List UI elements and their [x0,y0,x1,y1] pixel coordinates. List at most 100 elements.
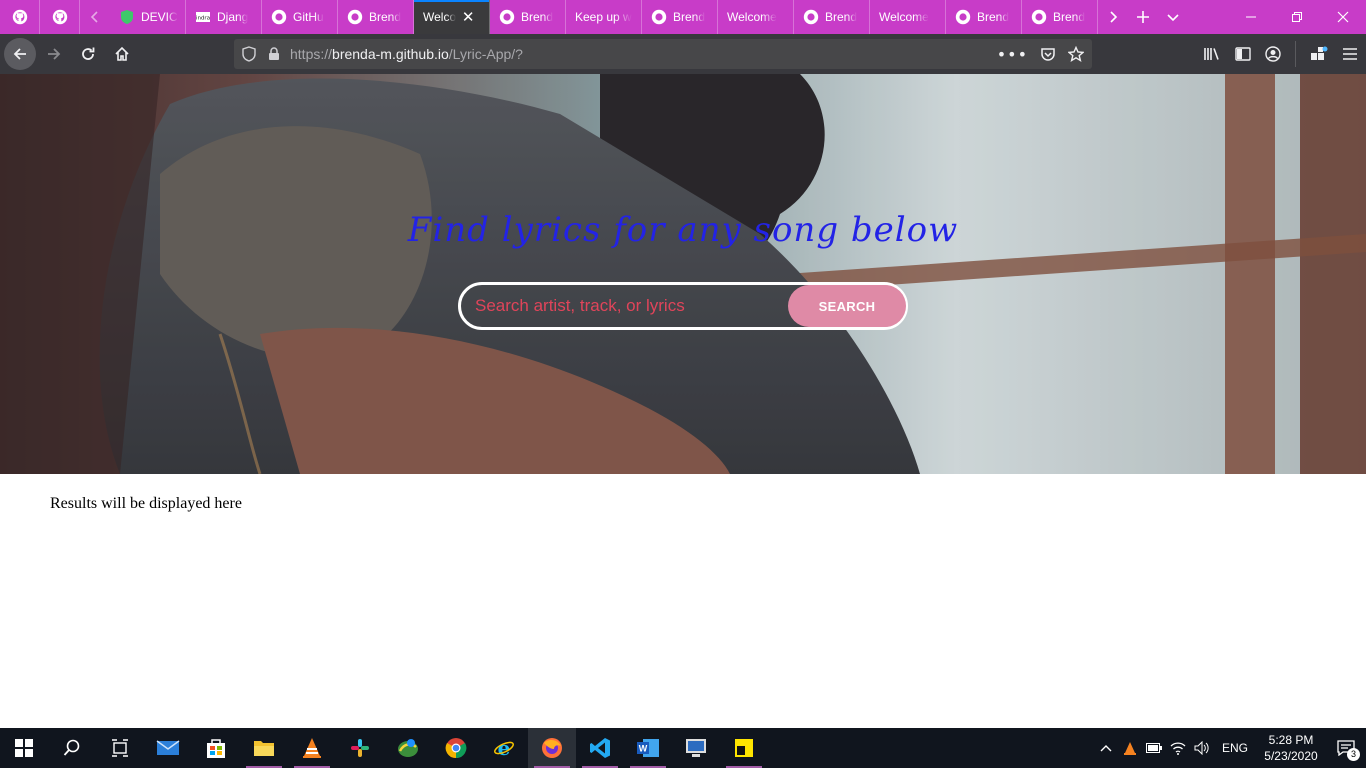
taskbar-mail[interactable] [144,728,192,768]
tab-keep-up[interactable]: Keep up w [566,0,642,34]
url-host: brenda-m.github.io [332,46,449,62]
url-actions: ••• [997,45,1084,64]
bookmark-star-icon[interactable] [1068,46,1084,62]
taskbar-vlc[interactable] [288,728,336,768]
github-icon [52,9,68,25]
tab-pinned-github-1[interactable] [0,0,40,34]
store-icon [207,739,225,758]
taskbar-maps[interactable] [384,728,432,768]
word-icon: W [637,739,659,757]
tab-brenda-2[interactable]: Brend [490,0,566,34]
tab-title: Brend [1053,10,1086,24]
taskbar-slack[interactable] [336,728,384,768]
tab-title: Brend [825,10,858,24]
tab-brenda-5[interactable]: Brend [946,0,1022,34]
tab-github[interactable]: GitHu [262,0,338,34]
taskbar-search-button[interactable] [48,728,96,768]
reload-button[interactable] [72,38,104,70]
tab-brenda-6[interactable]: Brend [1022,0,1098,34]
firefox-icon [542,738,562,758]
new-tab-button[interactable] [1128,0,1158,34]
taskbar-vscode[interactable] [576,728,624,768]
page-actions-menu-icon[interactable]: ••• [997,45,1028,64]
tab-scroll-left-button[interactable] [80,0,110,34]
home-icon [115,46,129,61]
tab-brenda-1[interactable]: Brend [338,0,414,34]
tab-title: Welcome [879,10,929,24]
action-center-button[interactable]: 3 [1326,728,1366,768]
arrow-right-icon [48,48,61,60]
task-view-button[interactable] [96,728,144,768]
taskbar-internet-explorer[interactable]: e [480,728,528,768]
chrome-icon [445,738,467,759]
library-icon[interactable] [1203,46,1221,62]
lock-icon[interactable] [268,47,280,61]
github-icon [651,9,667,25]
system-tray: ENG 5:28 PM 5/23/2020 3 [1094,728,1366,768]
taskbar-remote-desktop[interactable] [672,728,720,768]
input-language-indicator[interactable]: ENG [1222,741,1248,755]
tab-scroll-right-button[interactable] [1098,0,1128,34]
url-path: /Lyric-App/? [448,46,523,62]
tray-wifi[interactable] [1166,728,1190,768]
minimize-button[interactable] [1228,0,1274,34]
url-text[interactable]: https://brenda-m.github.io/Lyric-App/? [290,46,523,62]
toolbar-right [1203,34,1358,74]
sticky-notes-icon [735,739,753,757]
url-bar[interactable]: https://brenda-m.github.io/Lyric-App/? •… [234,39,1092,69]
system-clock[interactable]: 5:28 PM 5/23/2020 [1256,732,1326,764]
taskbar-store[interactable] [192,728,240,768]
web-page: Find lyrics for any song below SEARCH Re… [0,74,1366,728]
svg-text:W: W [639,744,648,754]
search-form: SEARCH [458,282,908,330]
search-icon [63,739,80,756]
close-icon [1337,11,1349,23]
taskbar-firefox[interactable] [528,728,576,768]
close-window-button[interactable] [1320,0,1366,34]
sidebar-icon[interactable] [1235,46,1251,62]
tab-brenda-3[interactable]: Brend [642,0,718,34]
account-icon[interactable] [1265,46,1281,62]
windows-start-icon [15,739,33,757]
search-input[interactable] [461,285,788,327]
taskbar-word[interactable]: W [624,728,672,768]
pocket-icon[interactable] [1040,46,1056,62]
github-icon [803,9,819,25]
restore-button[interactable] [1274,0,1320,34]
wifi-icon [1170,742,1186,755]
tray-vlc[interactable] [1118,728,1142,768]
results-placeholder-text: Results will be displayed here [50,495,242,512]
speaker-volume-icon [1194,741,1209,755]
tab-pinned-github-2[interactable] [40,0,80,34]
svg-text:e: e [498,737,511,759]
tab-django[interactable]: indra Djang [186,0,262,34]
tab-welcome-3[interactable]: Welcome [870,0,946,34]
search-button[interactable]: SEARCH [788,285,906,327]
svg-text:indra: indra [196,16,210,22]
tab-devic[interactable]: DEVIC [110,0,186,34]
navigation-toolbar: https://brenda-m.github.io/Lyric-App/? •… [0,34,1366,74]
show-hidden-icons-button[interactable] [1094,728,1118,768]
taskbar-sticky-notes[interactable] [720,728,768,768]
start-button[interactable] [0,728,48,768]
taskbar-file-explorer[interactable] [240,728,288,768]
hamburger-menu-icon[interactable] [1342,47,1358,61]
tray-battery[interactable] [1142,728,1166,768]
tab-welcome-2[interactable]: Welcome [718,0,794,34]
close-tab-icon[interactable]: ✕ [460,8,476,26]
extensions-icon[interactable] [1310,46,1328,62]
shield-icon [119,9,135,25]
list-all-tabs-button[interactable] [1158,0,1188,34]
tab-brenda-4[interactable]: Brend [794,0,870,34]
taskbar-chrome[interactable] [432,728,480,768]
tray-volume[interactable] [1190,728,1214,768]
tab-welcome-active[interactable]: Welco ✕ [414,0,490,34]
forward-button[interactable] [38,38,70,70]
tracking-protection-shield-icon[interactable] [242,46,256,62]
mail-icon [156,740,180,755]
github-icon [1031,9,1047,25]
tab-title: Djang [217,10,249,24]
back-button[interactable] [4,38,36,70]
home-button[interactable] [106,38,138,70]
file-explorer-icon [254,741,274,756]
